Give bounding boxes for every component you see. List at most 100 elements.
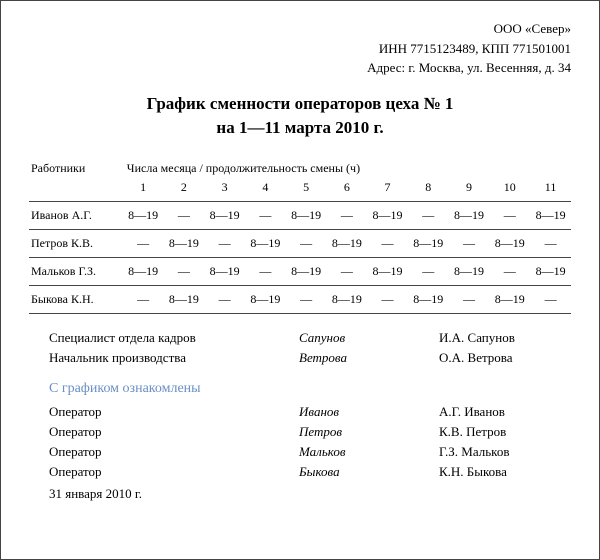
ack-signature: Мальков: [299, 442, 439, 462]
approver-name: И.А. Сапунов: [439, 328, 571, 348]
day-header: 9: [449, 178, 490, 202]
ack-name: Г.З. Мальков: [439, 442, 571, 462]
shift-cell: —: [449, 285, 490, 313]
shift-cell: 8—19: [123, 201, 164, 229]
shift-cell: 8—19: [286, 257, 327, 285]
col-days-span: Числа месяца / продолжительность смены (…: [123, 155, 571, 178]
shift-cell: 8—19: [367, 201, 408, 229]
shift-cell: 8—19: [530, 201, 571, 229]
approver-signature: Сапунов: [299, 328, 439, 348]
employee-name: Быкова К.Н.: [29, 285, 123, 313]
shift-cell: 8—19: [164, 285, 205, 313]
ack-name: А.Г. Иванов: [439, 402, 571, 422]
shift-cell: —: [164, 201, 205, 229]
shift-cell: —: [530, 229, 571, 257]
table-header-row-1: Работники Числа месяца / продолжительнос…: [29, 155, 571, 178]
shift-cell: —: [489, 257, 530, 285]
shift-cell: 8—19: [286, 201, 327, 229]
ack-row: ОператорБыковаК.Н. Быкова: [49, 462, 571, 482]
approver-row: Начальник производстваВетроваО.А. Ветров…: [49, 348, 571, 368]
table-row: Быкова К.Н.—8—19—8—19—8—19—8—19—8—19—: [29, 285, 571, 313]
shift-cell: 8—19: [367, 257, 408, 285]
day-header: 4: [245, 178, 286, 202]
ack-role: Оператор: [49, 422, 299, 442]
shift-cell: —: [408, 201, 449, 229]
ack-row: ОператорИвановА.Г. Иванов: [49, 402, 571, 422]
employee-name: Петров К.В.: [29, 229, 123, 257]
day-header: 8: [408, 178, 449, 202]
document-title: График сменности операторов цеха № 1 на …: [29, 92, 571, 141]
shift-cell: 8—19: [489, 229, 530, 257]
acknowledgement-block: С графиком ознакомлены ОператорИвановА.Г…: [29, 378, 571, 504]
schedule-table: Работники Числа месяца / продолжительнос…: [29, 155, 571, 314]
shift-cell: —: [489, 201, 530, 229]
table-row: Мальков Г.З.8—19—8—19—8—19—8—19—8—19—8—1…: [29, 257, 571, 285]
document-page: ООО «Север» ИНН 7715123489, КПП 77150100…: [0, 0, 600, 560]
ack-heading: С графиком ознакомлены: [49, 378, 571, 400]
ack-row: ОператорПетровК.В. Петров: [49, 422, 571, 442]
title-line1: График сменности операторов цеха № 1: [29, 92, 571, 117]
shift-cell: —: [204, 285, 245, 313]
shift-cell: 8—19: [245, 229, 286, 257]
shift-cell: —: [326, 257, 367, 285]
approver-role: Начальник производства: [49, 348, 299, 368]
employee-name: Иванов А.Г.: [29, 201, 123, 229]
ack-role: Оператор: [49, 402, 299, 422]
day-header: 1: [123, 178, 164, 202]
company-ids: ИНН 7715123489, КПП 771501001: [29, 39, 571, 59]
shift-cell: 8—19: [449, 257, 490, 285]
approver-signature: Ветрова: [299, 348, 439, 368]
table-row: Петров К.В.—8—19—8—19—8—19—8—19—8—19—: [29, 229, 571, 257]
approver-name: О.А. Ветрова: [439, 348, 571, 368]
col-employees: Работники: [29, 155, 123, 178]
org-header: ООО «Север» ИНН 7715123489, КПП 77150100…: [29, 19, 571, 78]
ack-signature: Быкова: [299, 462, 439, 482]
day-header: 11: [530, 178, 571, 202]
shift-cell: 8—19: [245, 285, 286, 313]
shift-cell: 8—19: [123, 257, 164, 285]
col-employees-blank: [29, 178, 123, 202]
shift-cell: —: [245, 257, 286, 285]
shift-cell: —: [367, 285, 408, 313]
shift-cell: —: [286, 229, 327, 257]
shift-cell: —: [530, 285, 571, 313]
ack-signature: Петров: [299, 422, 439, 442]
shift-cell: 8—19: [204, 257, 245, 285]
shift-cell: —: [245, 201, 286, 229]
ack-signature: Иванов: [299, 402, 439, 422]
shift-cell: 8—19: [489, 285, 530, 313]
day-header: 10: [489, 178, 530, 202]
day-header: 3: [204, 178, 245, 202]
ack-role: Оператор: [49, 462, 299, 482]
shift-cell: 8—19: [326, 229, 367, 257]
shift-cell: —: [123, 285, 164, 313]
shift-cell: 8—19: [408, 229, 449, 257]
ack-row: ОператорМальковГ.З. Мальков: [49, 442, 571, 462]
shift-cell: —: [326, 201, 367, 229]
shift-cell: —: [367, 229, 408, 257]
ack-role: Оператор: [49, 442, 299, 462]
company-address: Адрес: г. Москва, ул. Весенняя, д. 34: [29, 58, 571, 78]
shift-cell: 8—19: [326, 285, 367, 313]
approvers-block: Специалист отдела кадровСапуновИ.А. Сапу…: [29, 328, 571, 368]
approver-role: Специалист отдела кадров: [49, 328, 299, 348]
approver-row: Специалист отдела кадровСапуновИ.А. Сапу…: [49, 328, 571, 348]
shift-cell: —: [449, 229, 490, 257]
shift-cell: —: [408, 257, 449, 285]
ack-name: К.В. Петров: [439, 422, 571, 442]
shift-cell: —: [123, 229, 164, 257]
day-header: 5: [286, 178, 327, 202]
shift-cell: 8—19: [530, 257, 571, 285]
shift-cell: 8—19: [449, 201, 490, 229]
company-name: ООО «Север»: [29, 19, 571, 39]
day-header: 2: [164, 178, 205, 202]
employee-name: Мальков Г.З.: [29, 257, 123, 285]
shift-cell: 8—19: [204, 201, 245, 229]
day-header: 6: [326, 178, 367, 202]
table-header-row-2: 1234567891011: [29, 178, 571, 202]
shift-cell: 8—19: [164, 229, 205, 257]
day-header: 7: [367, 178, 408, 202]
document-date: 31 января 2010 г.: [49, 484, 571, 504]
shift-cell: —: [204, 229, 245, 257]
shift-cell: —: [286, 285, 327, 313]
